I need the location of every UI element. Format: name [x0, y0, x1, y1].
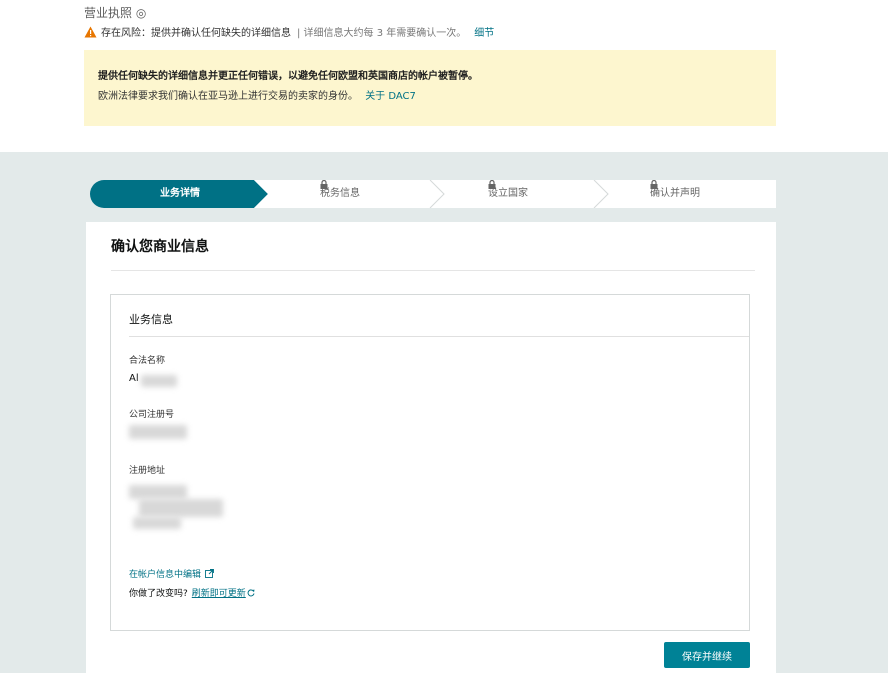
progress-stepper: 业务详情 税务信息 设立国家 确认并声明	[90, 180, 776, 208]
legal-name-label: 合法名称	[129, 356, 166, 366]
refresh-question: 你做了改变吗?	[129, 589, 188, 599]
top-section: 营业执照 ◎ 存在风险：提供并确认任何缺失的详细信息 | 详细信息大约每 3 年…	[0, 0, 888, 152]
step-label: 业务详情	[160, 188, 200, 199]
section-title: 业务信息	[129, 313, 173, 326]
step-tax-info: 税务信息	[320, 180, 360, 208]
redacted-legal-name	[141, 375, 177, 387]
section-heading-cut: 营业执照 ◎	[84, 6, 147, 20]
redacted-address-line	[129, 485, 187, 499]
lock-icon	[488, 180, 496, 189]
divider	[129, 336, 749, 337]
risk-subtext: | 详细信息大约每 3 年需要确认一次。	[297, 28, 467, 39]
refresh-icon	[247, 588, 255, 596]
risk-label: 存在风险：提供并确认任何缺失的详细信息	[101, 28, 291, 39]
registered-address-label: 注册地址	[129, 466, 166, 476]
lock-icon	[320, 180, 328, 189]
step-confirm: 确认并声明	[650, 180, 700, 208]
risk-status: 存在风险：提供并确认任何缺失的详细信息 | 详细信息大约每 3 年需要确认一次。…	[84, 24, 494, 39]
redacted-registration-number	[129, 425, 187, 439]
about-dac7-link[interactable]: 关于 DAC7	[365, 91, 416, 102]
details-link[interactable]: 细节	[474, 24, 494, 39]
business-info-card: 确认您商业信息 业务信息 合法名称 Al 公司注册号 注册地址 在帐户信息中编辑…	[86, 222, 776, 673]
registration-number-label: 公司注册号	[129, 410, 175, 420]
save-and-continue-button[interactable]: 保存并继续	[664, 642, 750, 668]
step-country: 设立国家	[488, 180, 528, 208]
refresh-link-label: 刷新即可更新	[191, 589, 246, 599]
refresh-link[interactable]: 刷新即可更新	[192, 586, 255, 599]
legal-name-value: Al	[129, 373, 139, 384]
banner-title: 提供任何缺失的详细信息并更正任何错误，以避免任何欧盟和英国商店的帐户被暂停。	[98, 71, 478, 82]
business-info-section: 业务信息 合法名称 Al 公司注册号 注册地址 在帐户信息中编辑 你做了改变吗?…	[110, 294, 750, 631]
warning-icon	[84, 26, 97, 37]
dac7-banner: 提供任何缺失的详细信息并更正任何错误，以避免任何欧盟和英国商店的帐户被暂停。 欧…	[84, 50, 776, 126]
page-title: 确认您商业信息	[111, 239, 209, 255]
banner-text: 欧洲法律要求我们确认在亚马逊上进行交易的卖家的身份。 关于 DAC7	[98, 87, 416, 102]
external-link-icon	[205, 569, 214, 578]
edit-link-label: 在帐户信息中编辑	[129, 570, 202, 580]
banner-description: 欧洲法律要求我们确认在亚马逊上进行交易的卖家的身份。	[98, 91, 358, 102]
divider	[111, 270, 755, 271]
edit-in-account-info-link[interactable]: 在帐户信息中编辑	[129, 567, 214, 580]
redacted-address-line	[139, 499, 223, 517]
lock-icon	[650, 180, 658, 189]
step-business-details[interactable]: 业务详情	[160, 180, 200, 208]
redacted-address-line	[133, 517, 181, 529]
refresh-prompt: 你做了改变吗? 刷新即可更新	[129, 586, 255, 599]
